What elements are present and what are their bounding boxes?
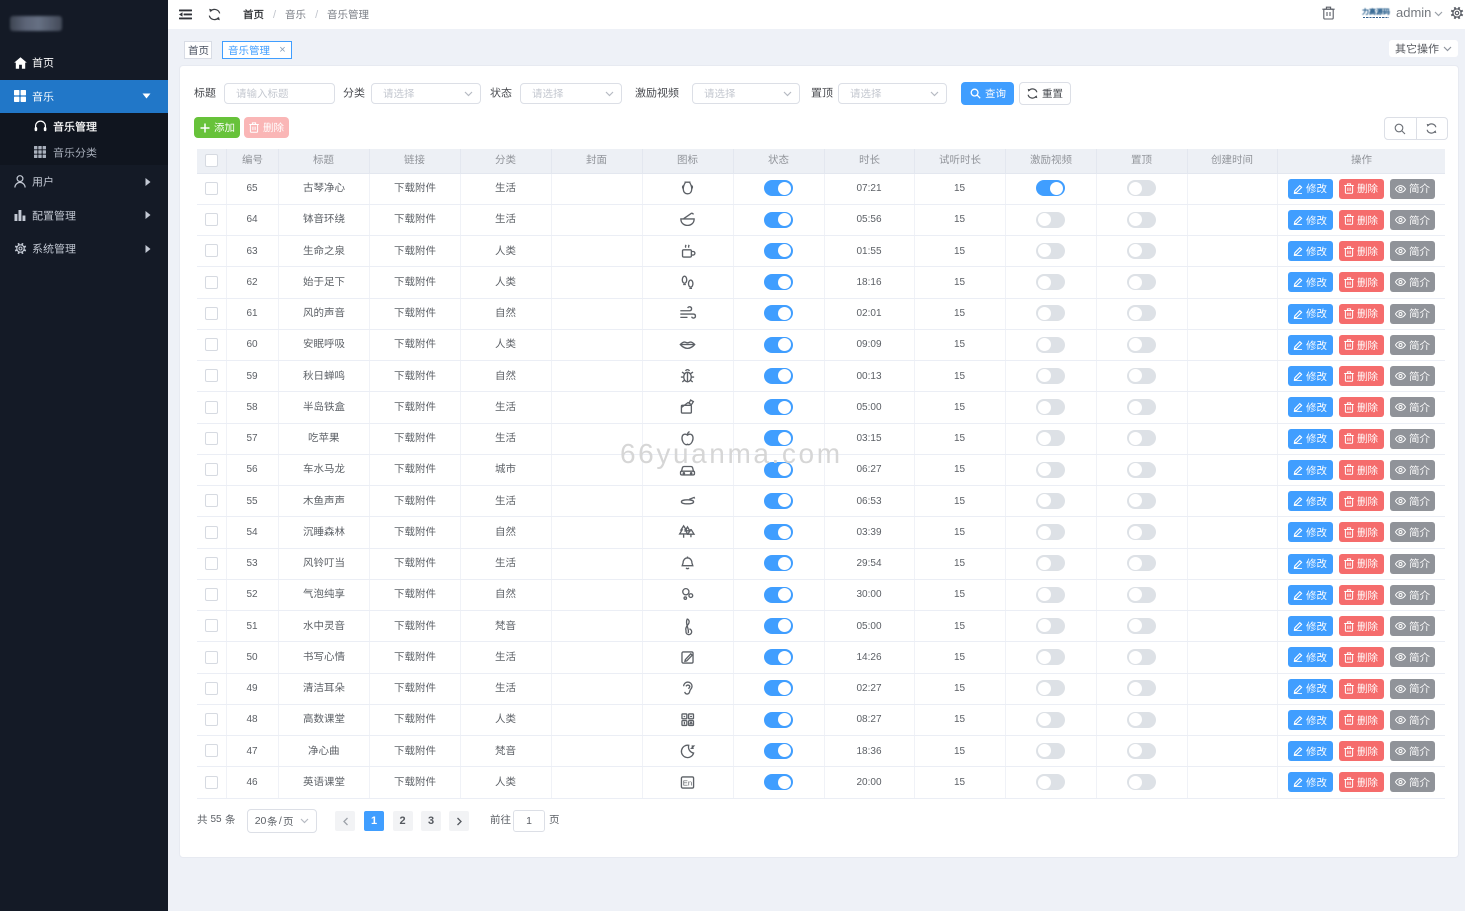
svg-text:En: En xyxy=(683,778,692,787)
